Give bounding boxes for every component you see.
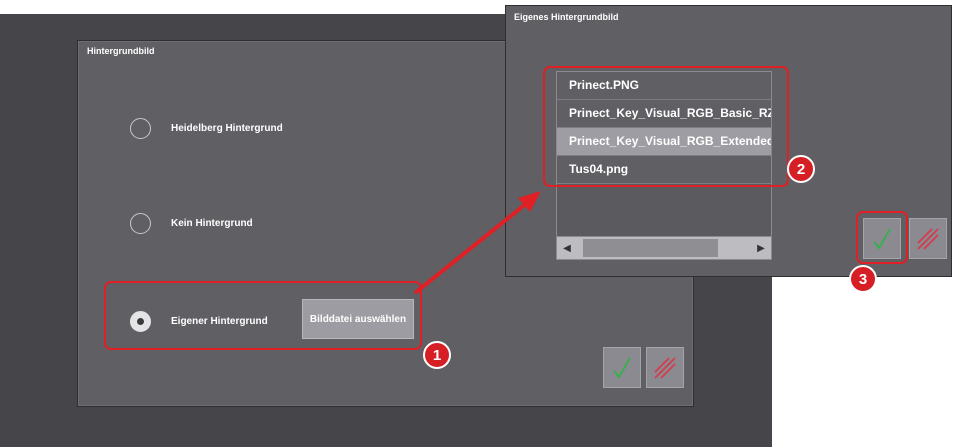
step-badge-1: 1 (423, 341, 451, 369)
step-badge-3: 3 (849, 265, 877, 293)
callout-arrow (413, 191, 541, 295)
step-badge-2: 2 (787, 155, 815, 183)
